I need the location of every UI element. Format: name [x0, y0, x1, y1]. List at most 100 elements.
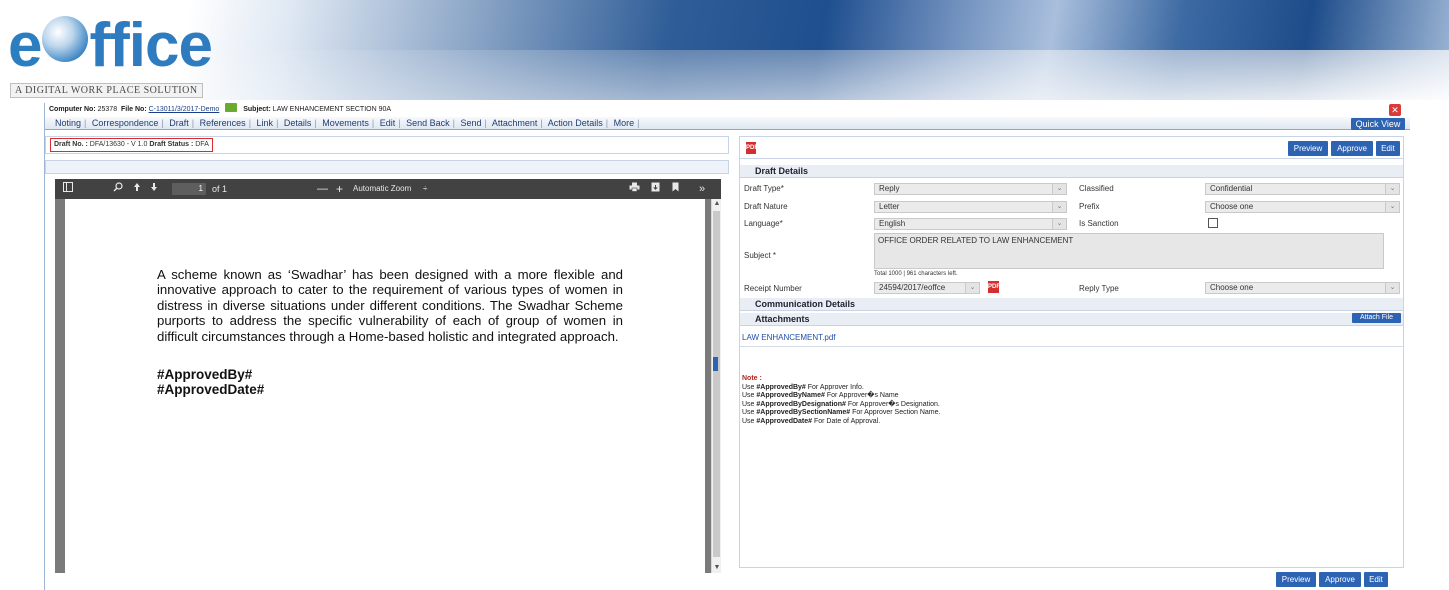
pdf-page: A scheme known as ‘Swadhar’ has been des… [65, 199, 705, 573]
menu-edit[interactable]: Edit [380, 118, 396, 128]
file-window: Computer No: 25378 File No: C-13011/3/20… [44, 103, 1410, 590]
classified-label: Classified [1079, 184, 1114, 193]
draft-type-value: Reply [879, 184, 900, 193]
draft-nature-select[interactable]: Letter ⌄ [874, 201, 1067, 213]
chevron-down-icon: ⌄ [1052, 184, 1066, 194]
menu-link[interactable]: Link [257, 118, 274, 128]
file-menu-bar: Noting | Correspondence | Draft | Reference… [45, 117, 1410, 130]
scroll-up-icon[interactable]: ▲ [712, 199, 722, 209]
sidebar-toggle-icon[interactable] [63, 179, 73, 199]
chevron-down-icon: ⌄ [1385, 202, 1399, 212]
preview-button-bottom[interactable]: Preview [1276, 572, 1316, 587]
classified-select[interactable]: Confidential ⌄ [1205, 183, 1400, 195]
attachments-header: Attachments [740, 313, 1403, 326]
menu-draft[interactable]: Draft [169, 118, 189, 128]
prefix-value: Choose one [1210, 202, 1254, 211]
receipt-number-label: Receipt Number [744, 284, 802, 293]
file-no-link[interactable]: C-13011/3/2017-Demo [149, 106, 220, 113]
chevron-down-icon: ⌄ [965, 283, 979, 293]
computer-no-label: Computer No: [49, 106, 96, 113]
note-line: Use #ApprovedByDesignation# For Approver… [742, 400, 940, 408]
edit-button[interactable]: Edit [1376, 141, 1400, 156]
zoom-out-button[interactable]: — [317, 179, 328, 199]
download-icon[interactable] [651, 179, 660, 199]
chevron-down-icon: ⌄ [1385, 283, 1399, 293]
communication-details-header[interactable]: Communication Details [740, 298, 1403, 311]
computer-no: 25378 [97, 106, 118, 113]
blank-bar [45, 160, 729, 174]
zoom-select[interactable]: Automatic Zoom [353, 179, 411, 199]
receipt-number-value: 24594/2017/eoffce [879, 283, 946, 292]
menu-noting[interactable]: Noting [55, 118, 81, 128]
attach-file-button[interactable]: Attach File [1352, 313, 1401, 323]
language-label: Language* [744, 219, 783, 228]
chevron-down-icon: ⌄ [1385, 184, 1399, 194]
menu-action-details[interactable]: Action Details [548, 118, 603, 128]
pdf-scrollbar[interactable]: ▲ ▼ [711, 199, 721, 573]
reply-type-select[interactable]: Choose one ⌄ [1205, 282, 1400, 294]
language-select[interactable]: English ⌄ [874, 218, 1067, 230]
zoom-in-button[interactable]: + [336, 179, 343, 199]
character-counter: Total 1000 | 961 characters left. [874, 271, 958, 277]
logo-text: ffice [89, 11, 212, 80]
reply-type-value: Choose one [1210, 283, 1254, 292]
note-icon[interactable] [225, 103, 238, 112]
prefix-select[interactable]: Choose one ⌄ [1205, 201, 1400, 213]
subject-field-label: Subject * [744, 251, 777, 260]
arrow-up-icon[interactable] [133, 179, 141, 199]
subject-label: Subject: [243, 106, 271, 113]
approve-button[interactable]: Approve [1331, 141, 1373, 156]
print-icon[interactable] [629, 179, 640, 199]
page-number-input[interactable]: 1 [172, 183, 206, 195]
menu-details[interactable]: Details [284, 118, 312, 128]
menu-send-back[interactable]: Send Back [406, 118, 450, 128]
quick-view-button[interactable]: Quick View [1351, 118, 1405, 130]
eoffice-logo: e ffice [8, 10, 213, 81]
is-sanction-checkbox[interactable] [1208, 218, 1218, 228]
note-label: Note : [742, 375, 762, 382]
bookmark-icon[interactable] [672, 179, 679, 199]
attachment-link[interactable]: LAW ENHANCEMENT.pdf [742, 333, 836, 342]
subject-value: LAW ENHANCEMENT SECTION 90A [272, 106, 392, 113]
draft-nature-value: Letter [879, 202, 900, 211]
scroll-down-icon[interactable]: ▼ [712, 563, 722, 573]
draft-details-panel: PDF Preview Approve Edit Draft Details D… [739, 136, 1404, 568]
divider [740, 346, 1403, 347]
menu-send[interactable]: Send [460, 118, 481, 128]
draft-status-label: Draft Status : [149, 141, 194, 148]
subject-textarea[interactable]: OFFICE ORDER RELATED TO LAW ENHANCEMENT [874, 233, 1384, 269]
approve-button-bottom[interactable]: Approve [1319, 572, 1361, 587]
note-line: Use #ApprovedByName# For Approver�s Name [742, 392, 899, 400]
menu-references[interactable]: References [200, 118, 246, 128]
approved-date-tag: #ApprovedDate# [157, 382, 265, 397]
reply-type-label: Reply Type [1079, 284, 1119, 293]
draft-no: DFA/13630 - V 1.0 [89, 141, 148, 148]
prefix-label: Prefix [1079, 202, 1100, 211]
draft-no-label: Draft No. : [54, 141, 88, 148]
receipt-pdf-icon[interactable]: PDF [988, 281, 1000, 293]
scrollbar-thumb[interactable] [713, 211, 720, 557]
draft-type-select[interactable]: Reply ⌄ [874, 183, 1067, 195]
menu-correspondence[interactable]: Correspondence [92, 118, 159, 128]
file-info-bar: Computer No: 25378 File No: C-13011/3/20… [45, 103, 1410, 117]
menu-movements[interactable]: Movements [322, 118, 369, 128]
note-line: Use #ApprovedDate# For Date of Approval. [742, 417, 881, 425]
note-line: Use #ApprovedBySectionName# For Approver… [742, 409, 941, 417]
approved-by-tag: #ApprovedBy# [157, 367, 253, 382]
close-icon[interactable]: ✕ [1389, 104, 1401, 116]
preview-button[interactable]: Preview [1288, 141, 1328, 156]
pdf-icon[interactable]: PDF [746, 142, 758, 154]
tools-menu-button[interactable]: » [699, 179, 705, 199]
receipt-number-select[interactable]: 24594/2017/eoffce ⌄ [874, 282, 980, 294]
banner-graphic-fade [190, 50, 1449, 100]
edit-button-bottom[interactable]: Edit [1364, 572, 1388, 587]
pdf-toolbar: 1 of 1 — + Automatic Zoom ÷ » [55, 179, 721, 199]
header-banner: e ffice A DIGITAL WORK PLACE SOLUTION [0, 0, 1449, 100]
pdf-viewer: A scheme known as ‘Swadhar’ has been des… [55, 199, 721, 573]
zoom-select-caret[interactable]: ÷ [423, 179, 427, 199]
pane-splitter-handle[interactable] [713, 357, 718, 371]
search-icon[interactable] [113, 179, 123, 199]
menu-attachment[interactable]: Attachment [492, 118, 538, 128]
arrow-down-icon[interactable] [150, 179, 158, 199]
menu-more[interactable]: More [614, 118, 635, 128]
